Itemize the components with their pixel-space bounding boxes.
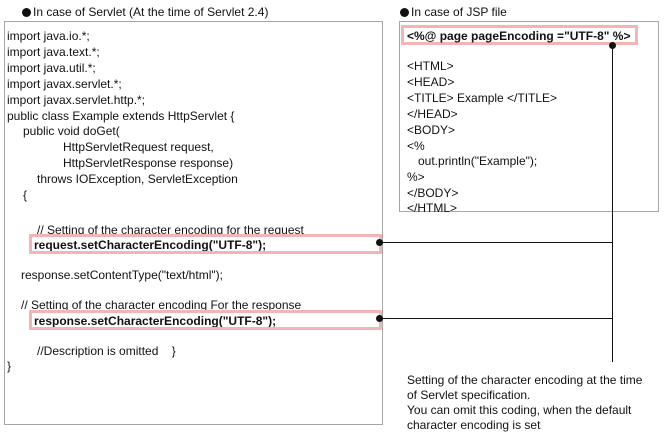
jsp-line-scriptlet-open: <% (407, 139, 425, 153)
servlet-heading: In case of Servlet (At the time of Servl… (22, 5, 268, 19)
code-line-close-brace: } (7, 359, 12, 373)
code-line-import-servlet-http: import javax.servlet.http.*; (7, 93, 146, 107)
jsp-page-encoding-directive: <%@ page pageEncoding ="UTF-8" %> (407, 29, 631, 43)
jsp-line-println: out.println("Example"); (418, 154, 538, 168)
response-encoding-highlight (29, 310, 382, 330)
code-line-open-brace: { (23, 188, 28, 202)
servlet-heading-text: In case of Servlet (At the time of Servl… (33, 5, 269, 19)
code-line-import-servlet: import javax.servlet.*; (7, 77, 122, 91)
request-connector-line (382, 242, 613, 243)
jsp-line-scriptlet-close: %> (407, 170, 425, 184)
note-line-4: character encoding is set (407, 418, 541, 432)
note-line-3: You can omit this coding, when the defau… (407, 403, 632, 417)
jsp-line-html-close: </HTML> (407, 201, 458, 215)
response-connector-line (382, 318, 613, 319)
jsp-line-body-open: <BODY> (407, 123, 456, 137)
code-line-set-content-type: response.setContentType("text/html"); (21, 268, 223, 282)
note-line-2: of Servlet specification. (407, 388, 531, 402)
code-line-description-omitted: //Description is omitted } (37, 344, 176, 358)
code-line-throws: throws IOException, ServletException (37, 172, 238, 186)
jsp-heading-text: In case of JSP file (411, 5, 507, 19)
code-line-request-param: HttpServletRequest request, (63, 140, 214, 154)
request-encoding-highlight (29, 234, 382, 254)
code-line-import-util: import java.util.*; (7, 61, 96, 75)
vertical-connector-line (612, 45, 613, 362)
code-line-response-param: HttpServletResponse response) (63, 156, 234, 170)
jsp-line-head-open: <HEAD> (407, 75, 455, 89)
code-line-import-text: import java.text.*; (7, 45, 100, 59)
bullet-icon (400, 8, 409, 17)
code-line-import-io: import java.io.*; (7, 29, 90, 43)
jsp-line-html-open: <HTML> (407, 59, 454, 73)
bullet-icon (22, 8, 31, 17)
note-line-1: Setting of the character encoding at the… (407, 373, 643, 387)
code-line-class-declaration: public class Example extends HttpServlet… (7, 109, 235, 123)
code-line-doget: public void doGet( (23, 124, 120, 138)
jsp-heading: In case of JSP file (400, 5, 507, 19)
jsp-line-body-close: </BODY> (407, 186, 459, 200)
jsp-line-title: <TITLE> Example </TITLE> (407, 91, 558, 105)
jsp-line-head-close: </HEAD> (407, 107, 458, 121)
